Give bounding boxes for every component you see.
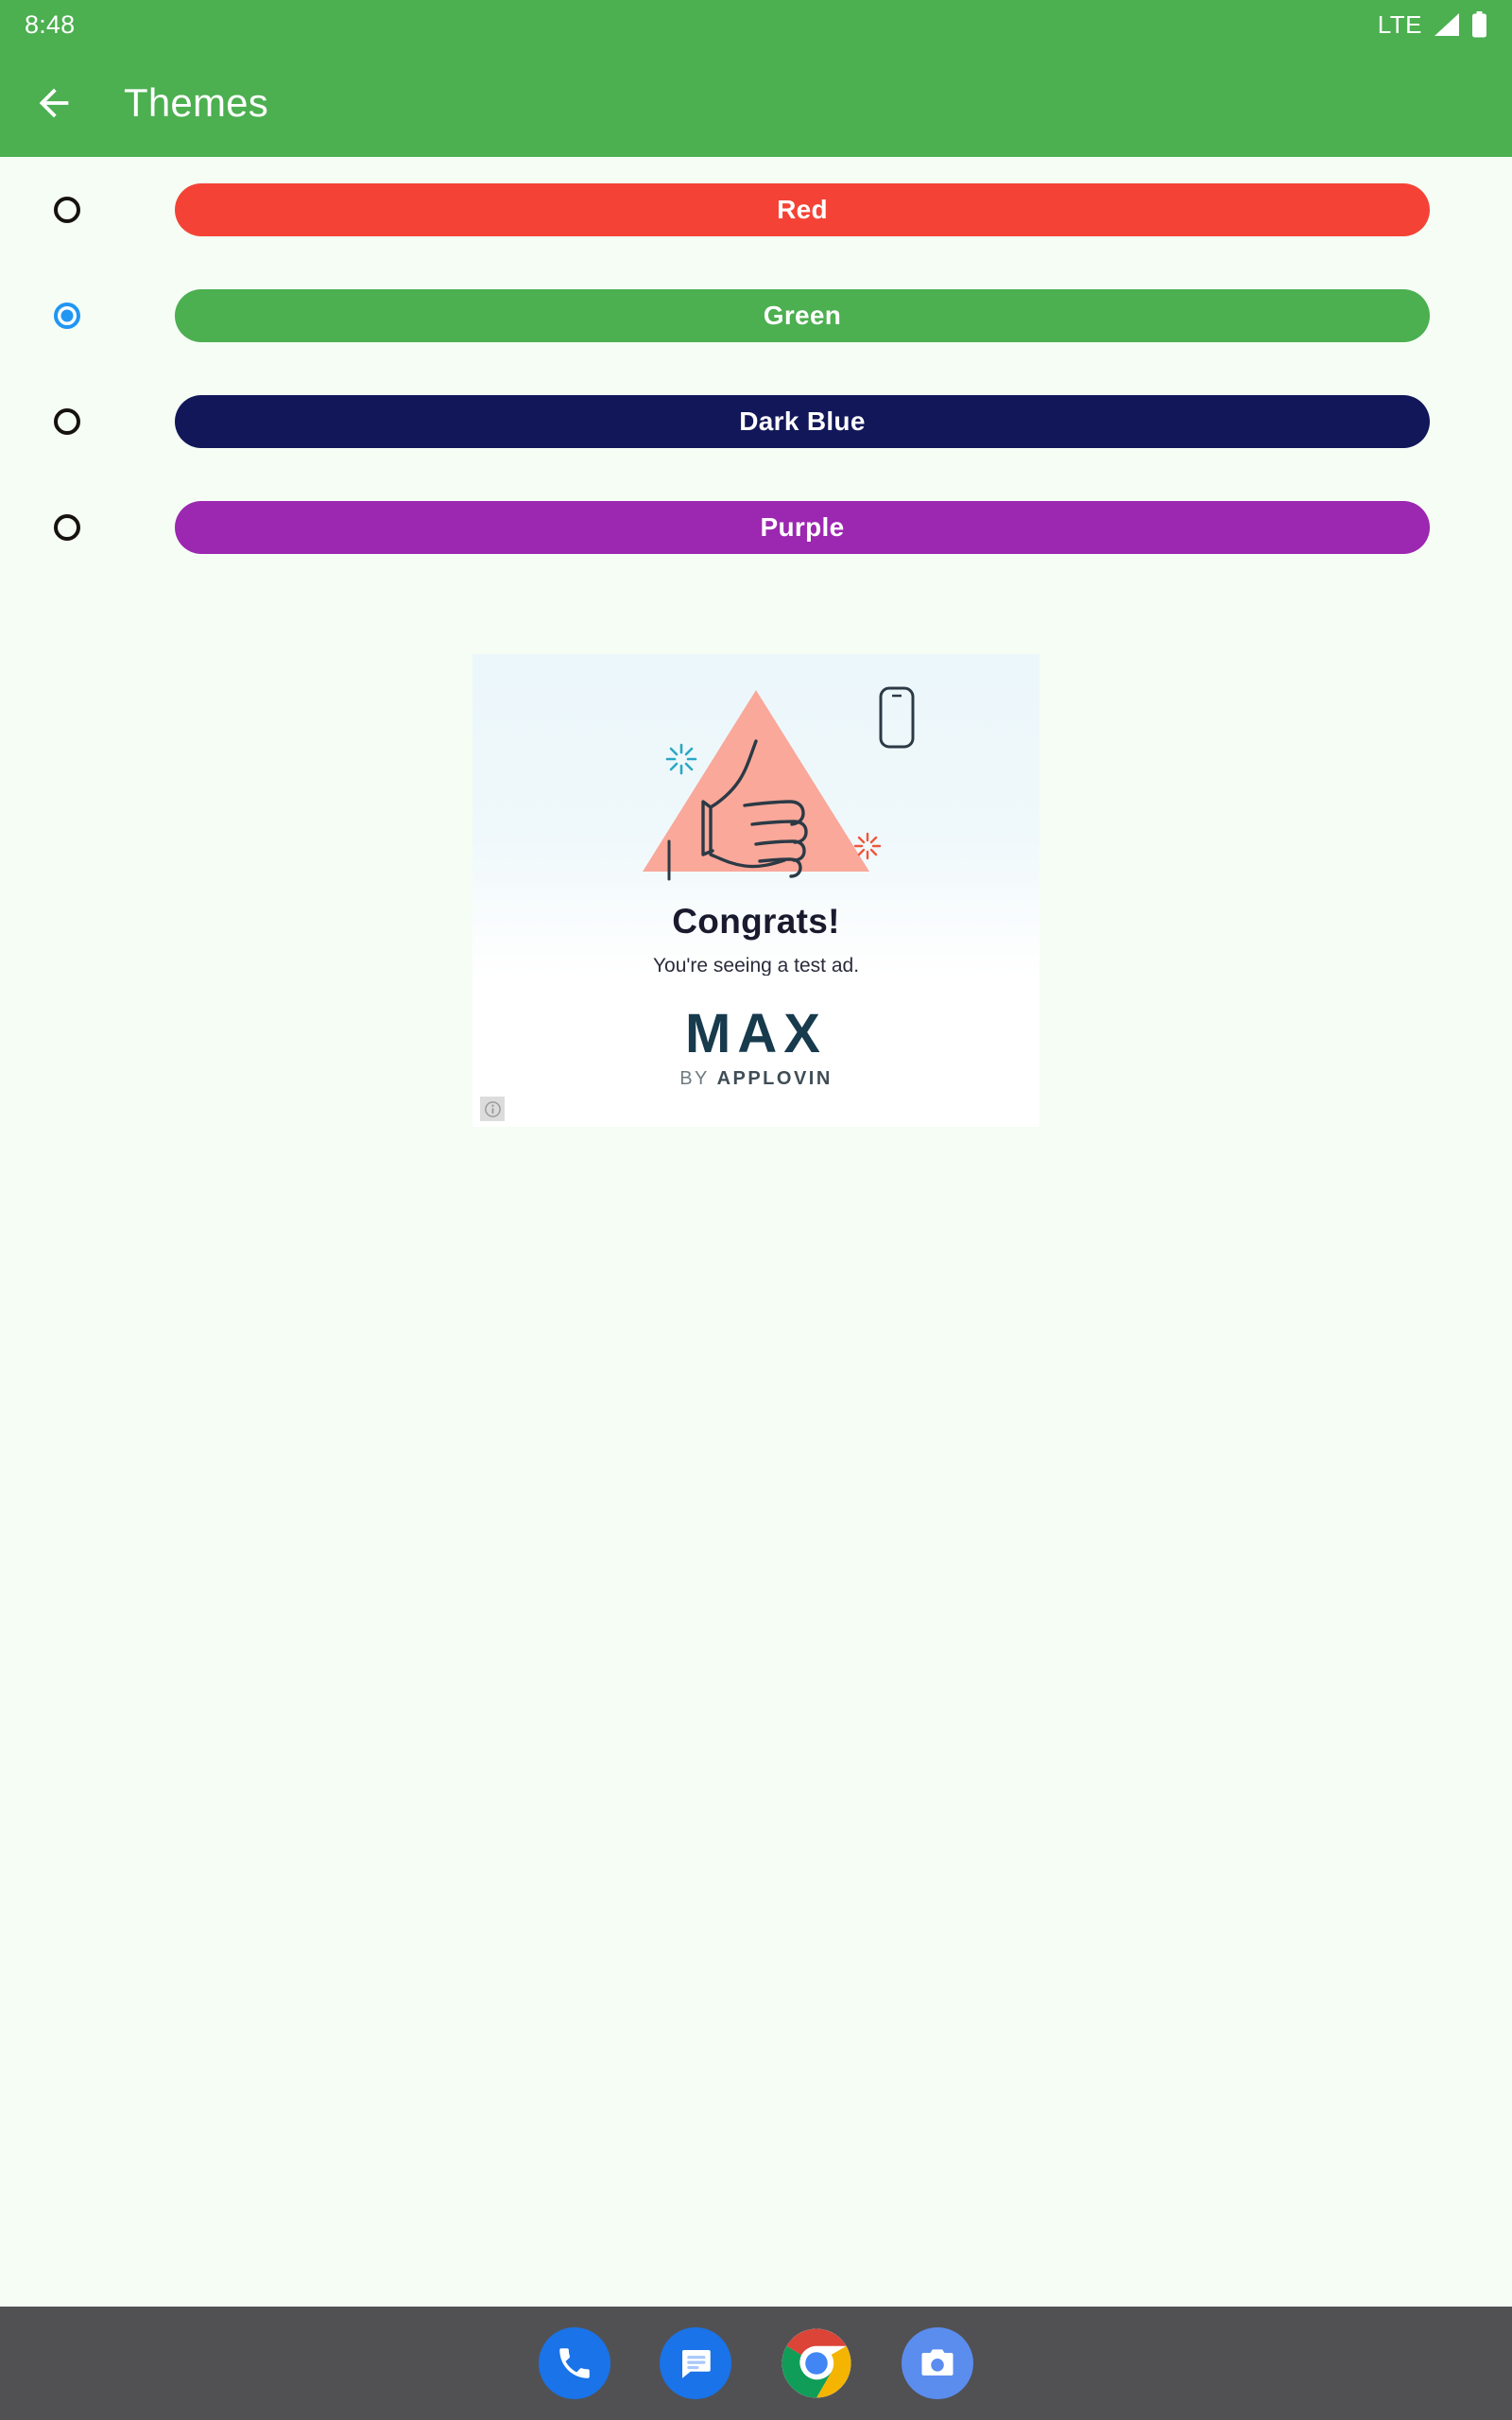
ad-byline-brand: APPLOVIN [716, 1068, 833, 1089]
theme-option-purple[interactable]: Purple [0, 475, 1512, 580]
phone-icon [555, 2343, 594, 2383]
camera-icon [917, 2342, 958, 2384]
info-circle-icon[interactable] [480, 1097, 505, 1121]
sparkle-icon [853, 832, 882, 860]
app-bar: Themes [0, 49, 1512, 157]
dock-item-messages[interactable] [660, 2327, 731, 2399]
chrome-icon [781, 2327, 852, 2399]
back-arrow-icon[interactable] [32, 81, 76, 125]
theme-option-red[interactable]: Red [0, 157, 1512, 263]
radio-button-dark-blue[interactable] [54, 408, 80, 435]
ad-lower-section: MAX BY APPLOVIN [472, 976, 1040, 1127]
theme-swatch-purple[interactable]: Purple [175, 501, 1430, 554]
ad-artwork [643, 686, 915, 881]
ad-byline: BY APPLOVIN [472, 1068, 1040, 1090]
ad-logo-max: MAX [685, 1003, 827, 1064]
status-indicators: LTE [1378, 10, 1487, 40]
dock-item-camera[interactable] [902, 2327, 973, 2399]
theme-option-green[interactable]: Green [0, 263, 1512, 369]
phone-outline-icon [879, 686, 915, 749]
theme-swatch-green[interactable]: Green [175, 289, 1430, 342]
network-type-label: LTE [1377, 9, 1422, 39]
theme-label-red: Red [777, 195, 828, 224]
ad-byline-prefix: BY [679, 1068, 717, 1089]
status-time: 8:48 [25, 9, 76, 39]
theme-label-purple: Purple [760, 512, 845, 542]
dock-item-phone[interactable] [539, 2327, 610, 2399]
ad-subtext: You're seeing a test ad. [652, 955, 860, 976]
theme-swatch-dark-blue[interactable]: Dark Blue [175, 395, 1430, 448]
theme-swatch-red[interactable]: Red [175, 183, 1430, 236]
radio-button-purple[interactable] [54, 514, 80, 541]
sparkle-icon [665, 743, 697, 775]
theme-option-dark-blue[interactable]: Dark Blue [0, 369, 1512, 475]
theme-label-dark-blue: Dark Blue [739, 406, 866, 436]
ad-upper-section: Congrats! You're seeing a test ad. [472, 654, 1040, 976]
page-title: Themes [124, 80, 268, 125]
radio-button-red[interactable] [54, 197, 80, 223]
dock-item-chrome[interactable] [781, 2327, 852, 2399]
theme-options-list: Red Green Dark Blue Purple [0, 157, 1512, 580]
advertisement-banner[interactable]: Congrats! You're seeing a test ad. MAX B… [472, 654, 1040, 1127]
battery-full-icon [1471, 11, 1487, 38]
status-bar: 8:48 LTE [0, 0, 1512, 49]
ad-headline: Congrats! [672, 902, 840, 941]
signal-bars-icon [1433, 12, 1461, 37]
theme-label-green: Green [763, 301, 842, 330]
radio-button-green[interactable] [54, 302, 80, 329]
bottom-dock [0, 2307, 1512, 2420]
messages-icon [676, 2343, 715, 2383]
